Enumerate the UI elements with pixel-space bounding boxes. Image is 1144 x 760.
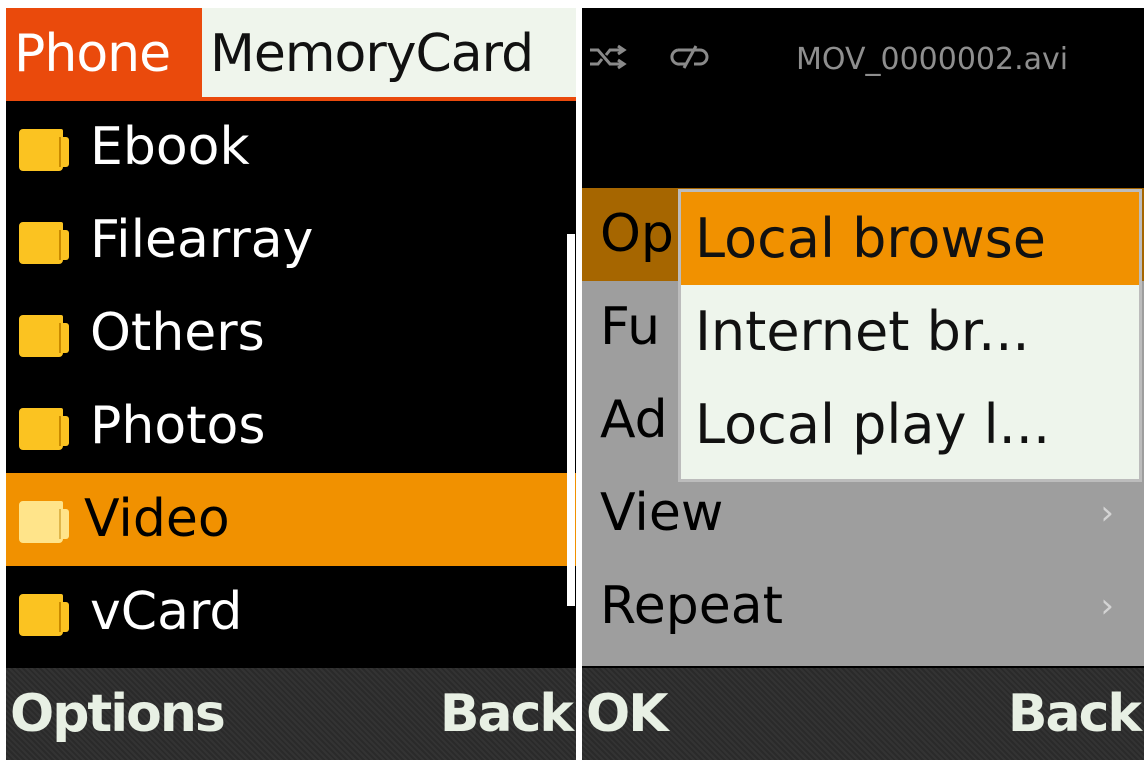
video-player-screen: MOV_0000002.avi Op Fu Ad View › Repeat ›…	[582, 8, 1144, 760]
storage-tabs: Phone MemoryCard	[6, 8, 576, 101]
folder-icon	[19, 408, 69, 450]
current-file-name: MOV_0000002.avi	[796, 42, 1069, 77]
folder-label: Photos	[90, 396, 266, 456]
folder-label: Video	[84, 489, 230, 549]
folder-item-filearray[interactable]: Filearray	[6, 194, 576, 287]
open-submenu: Local browse Internet br... Local play l…	[678, 189, 1142, 482]
folder-icon	[19, 315, 69, 357]
softkey-bar: OK Back	[582, 668, 1144, 760]
menu-item-repeat[interactable]: Repeat ›	[582, 560, 1144, 653]
folder-icon	[19, 222, 69, 264]
options-softkey[interactable]: Options	[10, 668, 226, 760]
back-softkey[interactable]: Back	[1008, 668, 1142, 760]
file-browser-screen: Phone MemoryCard Ebook Filearray Others …	[6, 8, 576, 760]
list-scrollbar[interactable]	[567, 234, 575, 606]
folder-icon	[19, 501, 69, 543]
folder-item-video[interactable]: Video	[6, 473, 576, 566]
folder-label: vCard	[90, 582, 243, 642]
ok-softkey[interactable]: OK	[586, 668, 668, 760]
chevron-right-icon: ›	[1100, 586, 1114, 626]
folder-item-ebook[interactable]: Ebook	[6, 101, 576, 194]
softkey-bar: Options Back	[6, 668, 576, 760]
menu-item-label: Ad	[600, 390, 668, 450]
folder-icon	[19, 129, 69, 171]
player-status-bar: MOV_0000002.avi	[582, 8, 1144, 118]
submenu-item-local-play-list[interactable]: Local play l...	[681, 378, 1139, 471]
tab-phone[interactable]: Phone	[6, 8, 202, 101]
back-softkey[interactable]: Back	[440, 668, 574, 760]
menu-item-label: Repeat	[600, 576, 784, 636]
shuffle-icon	[588, 44, 628, 77]
menu-item-label: Fu	[600, 297, 661, 357]
folder-list: Ebook Filearray Others Photos Video vCar…	[6, 101, 576, 659]
menu-item-label: Op	[600, 204, 674, 264]
tab-memory-card[interactable]: MemoryCard	[202, 8, 576, 101]
folder-label: Others	[90, 303, 265, 363]
submenu-item-internet-browse[interactable]: Internet br...	[681, 285, 1139, 378]
folder-label: Filearray	[90, 210, 314, 270]
folder-icon	[19, 594, 69, 636]
folder-label: Ebook	[90, 117, 250, 177]
folder-item-others[interactable]: Others	[6, 287, 576, 380]
submenu-item-local-browse[interactable]: Local browse	[681, 192, 1139, 285]
repeat-off-icon	[670, 44, 710, 77]
folder-item-vcard[interactable]: vCard	[6, 566, 576, 659]
folder-item-photos[interactable]: Photos	[6, 380, 576, 473]
